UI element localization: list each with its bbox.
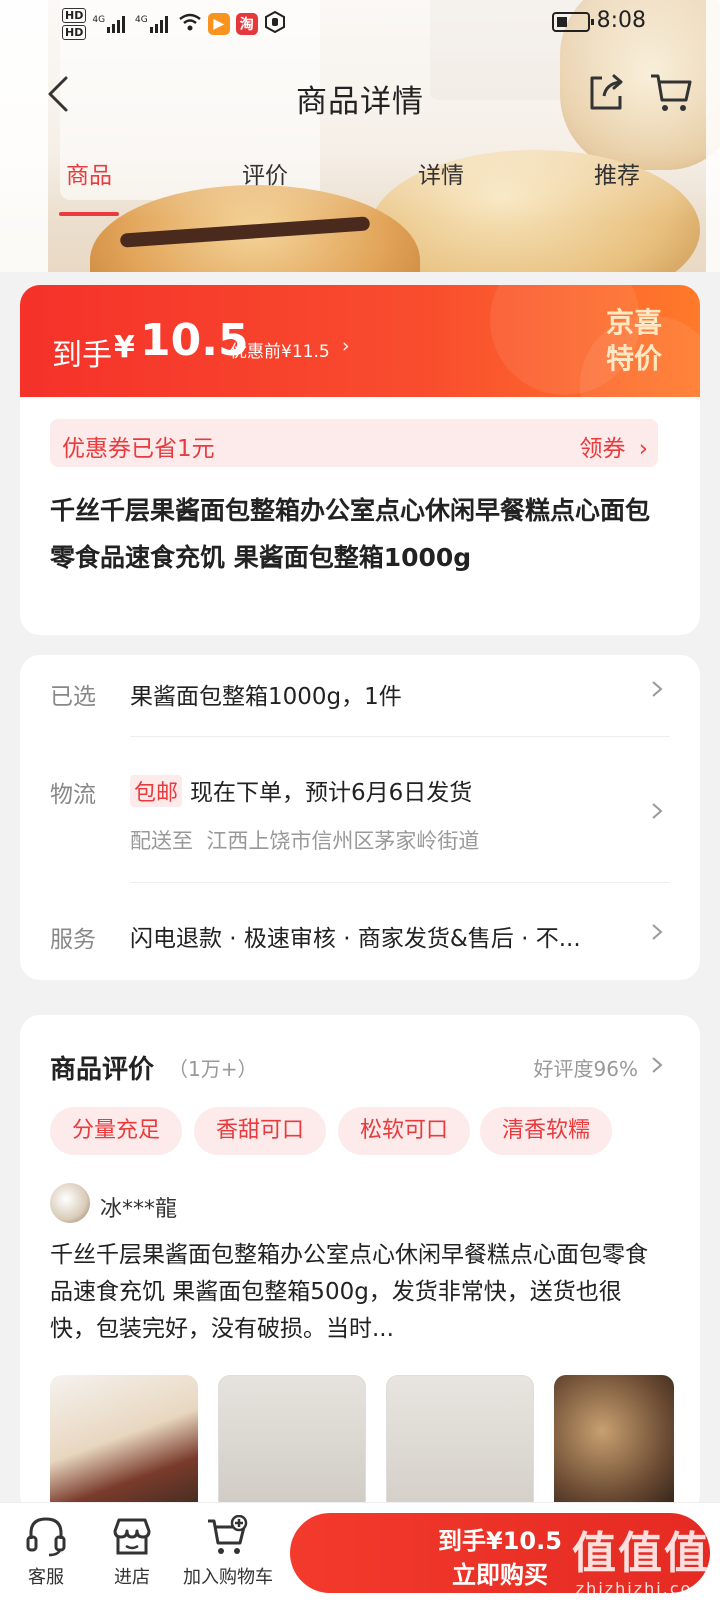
free-shipping-badge: 包邮 — [130, 775, 183, 807]
logistics-value: 包邮 现在下单，预计6月6日发货 — [130, 773, 472, 807]
video-app-icon: ▶ — [207, 13, 230, 35]
hand-icon — [264, 10, 286, 38]
review-tag[interactable]: 香甜可口 — [194, 1107, 326, 1155]
coupon-bar[interactable]: 优惠券已省1元 领券 › — [50, 419, 658, 467]
customer-service-label: 客服 — [28, 1567, 64, 1588]
divider — [130, 736, 670, 737]
chevron-right-icon — [652, 924, 663, 940]
review-count: （1万+） — [168, 1057, 258, 1081]
divider — [130, 882, 670, 883]
wifi-icon — [178, 12, 202, 36]
chevron-right-icon — [652, 1057, 663, 1073]
logistics-label: 物流 — [50, 782, 96, 808]
hd-icon: HD — [62, 25, 87, 40]
hd-icon: HD — [62, 8, 87, 23]
hd-indicators: HD HD — [62, 8, 87, 40]
status-left: HD HD 4G 4G ▶ 淘 — [62, 8, 286, 40]
avatar — [50, 1183, 90, 1223]
taobao-app-icon: 淘 — [235, 13, 258, 35]
tab-indicator — [59, 212, 119, 216]
review-tag[interactable]: 清香软糯 — [480, 1107, 612, 1155]
add-to-cart-label: 加入购物车 — [183, 1567, 273, 1588]
tab-recommend[interactable]: 推荐 — [557, 156, 677, 190]
currency-symbol: ¥ — [114, 330, 135, 365]
review-photo[interactable] — [554, 1375, 674, 1515]
brand-badge: 京喜 特价 — [596, 305, 672, 377]
signal-icon: 4G — [92, 15, 129, 33]
reviewer-name: 冰***龍 — [100, 1197, 178, 1222]
product-info-card: 到手 ¥ 10.5 优惠前¥11.5 › 京喜 特价 优惠券已省1元 领券 › … — [20, 285, 700, 635]
spec-card: 已选 果酱面包整箱1000g，1件 物流 包邮 现在下单，预计6月6日发货 配送至… — [20, 655, 700, 980]
cart-icon[interactable] — [648, 70, 694, 114]
signal-icon: 4G — [135, 15, 172, 33]
ship-to-label: 配送至 — [130, 829, 193, 853]
store-button[interactable]: 进店 — [100, 1515, 164, 1589]
shipping-estimate: 现在下单，预计6月6日发货 — [190, 780, 473, 806]
bottom-action-bar: 客服 进店 加入购物车 到手¥10.5 立即购买 值值值 zhizhizhi.c… — [0, 1502, 720, 1600]
price-label: 到手 — [52, 338, 112, 373]
headset-icon — [26, 1517, 66, 1557]
status-bar: HD HD 4G 4G ▶ 淘 8:08 — [0, 0, 720, 48]
chevron-right-icon: › — [638, 436, 648, 462]
review-tag[interactable]: 松软可口 — [338, 1107, 470, 1155]
brand-line: 特价 — [605, 342, 662, 375]
review-card: 商品评价 （1万+） 好评度96% 分量充足 香甜可口 松软可口 清香软糯 冰*… — [20, 1015, 700, 1515]
clock: 8:08 — [596, 8, 646, 33]
network-type-label: 4G — [92, 15, 106, 25]
tab-details[interactable]: 详情 — [381, 156, 501, 190]
ship-to-address: 江西上饶市信州区茅家岭街道 — [206, 829, 480, 853]
review-photo[interactable] — [218, 1375, 366, 1515]
watermark-text: 值值值 — [572, 1528, 710, 1579]
ship-to-line: 配送至 江西上饶市信州区茅家岭街道 — [130, 825, 479, 855]
positive-rate: 好评度96% — [533, 1057, 638, 1081]
price-banner[interactable]: 到手 ¥ 10.5 优惠前¥11.5 › 京喜 特价 — [20, 285, 700, 455]
original-price[interactable]: 优惠前¥11.5 — [230, 337, 330, 362]
watermark-url: zhizhizhi.com — [575, 1579, 710, 1598]
chevron-right-icon — [652, 681, 663, 697]
service-label: 服务 — [50, 927, 96, 953]
store-label: 进店 — [114, 1567, 150, 1588]
tab-product[interactable]: 商品 — [29, 156, 149, 190]
network-type-label: 4G — [135, 15, 148, 25]
brand-line: 京喜 — [605, 306, 662, 339]
review-title: 商品评价 — [50, 1055, 155, 1085]
review-text[interactable]: 千丝千层果酱面包整箱办公室点心休闲早餐糕点心面包零食品速食充饥 果酱面包整箱50… — [50, 1237, 660, 1348]
nav-bar: 商品详情 — [0, 60, 720, 130]
product-title: 千丝千层果酱面包整箱办公室点心休闲早餐糕点心面包零食品速食充饥 果酱面包整箱10… — [50, 496, 651, 572]
service-value: 闪电退款 · 极速审核 · 商家发货&售后 · 不... — [130, 926, 581, 952]
customer-service-button[interactable]: 客服 — [14, 1515, 78, 1589]
tab-reviews[interactable]: 评价 — [205, 156, 325, 190]
selected-value: 果酱面包整箱1000g，1件 — [130, 684, 402, 710]
review-tag[interactable]: 分量充足 — [50, 1107, 182, 1155]
tab-bar: 商品 评价 详情 推荐 — [0, 150, 720, 220]
get-coupon-label: 领券 — [579, 436, 626, 462]
chevron-right-icon — [652, 803, 663, 819]
get-coupon-button[interactable]: 领券 › — [579, 429, 648, 463]
coupon-saved-text: 优惠券已省1元 — [62, 436, 215, 462]
add-to-cart-button[interactable]: 加入购物车 — [176, 1515, 280, 1589]
watermark-logo: 值值值 zhizhizhi.com — [572, 1528, 710, 1599]
share-icon[interactable] — [584, 70, 628, 114]
chevron-right-icon: › — [342, 335, 350, 357]
battery-icon — [552, 12, 594, 32]
store-icon — [113, 1518, 151, 1555]
review-photo[interactable] — [386, 1375, 534, 1515]
selected-label: 已选 — [50, 684, 96, 710]
review-photo[interactable] — [50, 1375, 198, 1515]
cart-add-icon — [208, 1515, 248, 1554]
